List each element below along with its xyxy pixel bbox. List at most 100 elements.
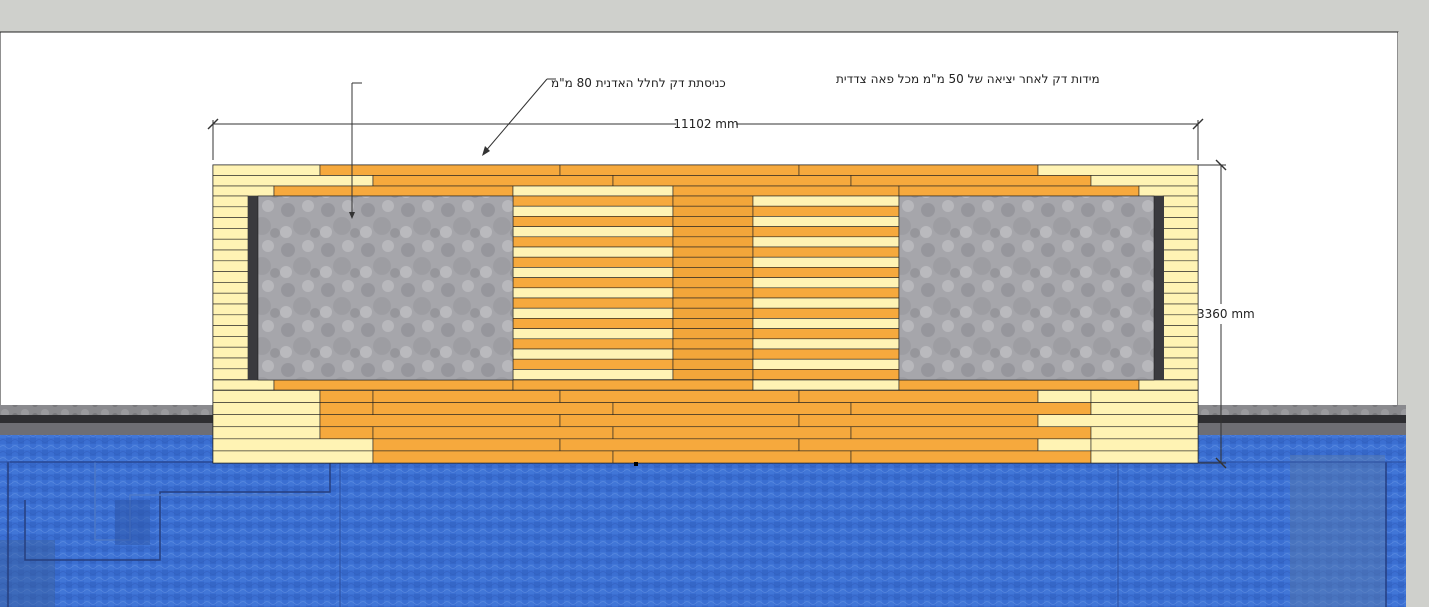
deck-board xyxy=(672,195,754,207)
deck-board xyxy=(1162,303,1199,316)
deck-board xyxy=(212,379,275,391)
deck-board xyxy=(752,236,900,248)
deck-board xyxy=(798,414,1039,428)
deck-board xyxy=(212,426,321,440)
deck-board xyxy=(1162,217,1199,229)
deck-board xyxy=(1037,164,1199,176)
deck-board xyxy=(752,256,900,268)
deck-board xyxy=(672,297,754,309)
deck-board xyxy=(1162,357,1199,370)
deck-board xyxy=(212,414,321,428)
deck-board xyxy=(752,246,900,258)
deck-board xyxy=(1162,368,1199,380)
deck-board xyxy=(752,195,900,207)
deck-board xyxy=(672,226,754,238)
deck-board xyxy=(752,318,900,329)
deck-board xyxy=(672,277,754,289)
deck-board xyxy=(212,238,249,251)
deck-board xyxy=(1090,426,1199,440)
deck-board xyxy=(612,426,852,440)
deck-board xyxy=(512,328,674,340)
deck-board xyxy=(559,414,800,428)
deck-board xyxy=(512,287,674,299)
deck-board xyxy=(1090,438,1199,452)
deck-board xyxy=(512,216,674,227)
deck-board xyxy=(273,185,514,197)
deck-board xyxy=(1162,271,1199,283)
deck-board xyxy=(672,307,754,319)
deck-board xyxy=(672,287,754,299)
deck-board xyxy=(372,450,614,464)
deck-board xyxy=(512,185,674,197)
planter-left[interactable] xyxy=(248,195,514,381)
deck-board xyxy=(512,369,674,380)
deck-board xyxy=(212,325,249,337)
deck-board xyxy=(752,287,900,299)
deck-board xyxy=(212,314,249,326)
deck-board xyxy=(512,267,674,278)
deck-board xyxy=(212,402,321,415)
deck-board xyxy=(1037,438,1092,452)
drawing-canvas[interactable]: 11102 mm 3360 mm מידות דק לאחר יציאה של … xyxy=(0,0,1429,607)
deck-board xyxy=(798,438,1039,452)
deck-board xyxy=(559,164,800,176)
deck-board xyxy=(672,236,754,248)
width-dimension-label: 11102 mm xyxy=(673,117,738,131)
deck-board xyxy=(1162,336,1199,348)
deck-board xyxy=(512,246,674,258)
deck-board xyxy=(372,426,614,440)
deck-board xyxy=(752,358,900,370)
deck-board xyxy=(1090,390,1199,403)
deck-board xyxy=(612,450,852,464)
deck-inset-note[interactable]: כניסתת דק לחלל האדנית 80 מ"מ xyxy=(551,76,726,90)
deck-board xyxy=(512,277,674,289)
deck-board xyxy=(512,297,674,309)
deck-board xyxy=(672,216,754,227)
deck-board xyxy=(898,185,1140,197)
deck-board xyxy=(672,185,900,197)
deck-board xyxy=(1037,414,1199,428)
deck-board xyxy=(273,379,514,391)
deck-board xyxy=(512,358,674,370)
deck-board xyxy=(212,185,275,197)
deck-board xyxy=(752,348,900,360)
deck-board xyxy=(1162,292,1199,305)
deck-board xyxy=(212,292,249,305)
deck-overhang-note[interactable]: מידות דק לאחר יציאה של 50 מ"מ מכל פאה צד… xyxy=(836,72,1100,86)
deck-board xyxy=(212,303,249,316)
deck-board xyxy=(212,206,249,218)
deck-board xyxy=(1162,346,1199,359)
deck-board xyxy=(612,402,852,415)
deck-board xyxy=(1138,185,1199,197)
deck-board xyxy=(372,390,561,403)
deck-board xyxy=(512,318,674,329)
deck-board xyxy=(212,164,321,176)
deck-board xyxy=(512,256,674,268)
deck-board xyxy=(672,338,754,350)
deck-board xyxy=(752,338,900,350)
deck-board xyxy=(212,195,249,208)
deck-board xyxy=(752,205,900,217)
deck-board xyxy=(559,390,800,403)
deck-board xyxy=(319,414,561,428)
deck-board xyxy=(319,402,374,415)
deck-board xyxy=(1037,390,1092,403)
deck-board xyxy=(1162,195,1199,208)
planter-right[interactable] xyxy=(898,195,1164,381)
deck-plan[interactable] xyxy=(212,164,1199,466)
deck-board xyxy=(1162,228,1199,240)
deck-board xyxy=(850,402,1092,415)
deck-board xyxy=(512,205,674,217)
deck-board xyxy=(612,175,852,187)
deck-board xyxy=(512,338,674,350)
deck-board xyxy=(212,282,249,294)
deck-board xyxy=(559,438,800,452)
deck-board xyxy=(212,368,249,380)
deck-board xyxy=(212,228,249,240)
deck-board xyxy=(752,277,900,289)
deck-board xyxy=(212,346,249,359)
deck-board xyxy=(212,260,249,272)
height-dimension-label: 3360 mm xyxy=(1197,307,1255,321)
deck-board xyxy=(319,164,561,176)
deck-board xyxy=(672,256,754,268)
